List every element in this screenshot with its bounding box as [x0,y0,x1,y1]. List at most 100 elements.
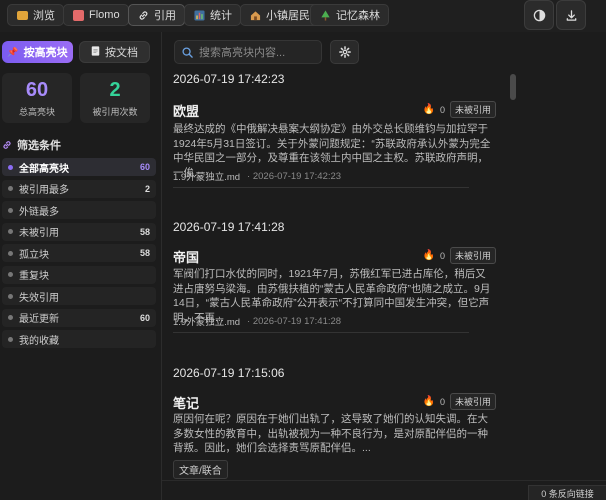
tab-references[interactable]: 引用 [128,4,185,26]
bullet-icon [8,186,13,191]
tab-label: 引用 [154,10,176,22]
bullet-icon [8,336,13,342]
fire-icon: 🔥 [422,396,435,407]
filter-broken-references[interactable]: 失效引用 [2,287,156,305]
entry-divider [173,332,469,333]
filter-label: 外链最多 [19,206,59,218]
filter-label: 未被引用 [19,228,59,239]
entry-timestamp: 2026-07-19 17:41:28 [173,220,285,234]
pin-icon: 📌 [7,46,19,57]
link-icon [137,9,149,21]
search-input[interactable]: 搜索高亮块内容... [174,40,322,64]
document-icon [91,45,100,59]
document-icon [72,9,84,21]
bullet-icon [8,229,13,234]
referenced-count-label: 被引用次数 [92,106,138,117]
tab-label: 小镇居民 [266,10,310,22]
entry-divider [173,187,469,188]
total-blocks-label: 总高亮块 [18,106,55,117]
tab-memory-forest[interactable]: 记忆森林 [310,4,389,26]
entry-tag[interactable]: 文章/联合 [173,460,228,479]
bullet-icon [8,250,13,256]
filter-count: 60 [139,162,150,172]
filter-count: 58 [139,248,150,258]
entry-title: 帝国 [173,250,200,265]
filter-sidebar: 📌 按高亮块 按文档 60 总高亮块 2 被引用次数 筛选条件 全部高亮块 60 … [0,32,161,500]
referenced-count-card: 2 被引用次数 [80,73,150,123]
ref-count: 0 [439,396,445,407]
tab-browse[interactable]: 浏览 [7,4,64,26]
tree-icon [319,9,331,21]
entry-date: · 2026-07-19 17:42:23 [247,170,342,182]
entry-badges: 🔥 0 未被引用 [423,247,496,264]
entry-meta: 1.9外蒙独立.md · 2026-07-19 17:41:28 [173,314,341,329]
filter-label: 重复块 [19,271,49,282]
filter-label: 最近更新 [19,314,59,325]
entry-title: 欧盟 [173,104,200,119]
by-document-label: 按文档 [105,47,138,59]
filter-recently-updated[interactable]: 最近更新 60 [2,308,156,327]
filter-count: 2 [144,183,150,194]
filter-orphan-blocks[interactable]: 孤立块 58 [2,244,156,262]
total-blocks-value: 60 [25,78,49,101]
source-file-link[interactable]: 1.9外蒙独立.md [173,169,240,183]
house-icon [249,9,261,21]
total-blocks-card: 60 总高亮块 [2,73,72,123]
by-document-button[interactable]: 按文档 [79,41,150,63]
by-block-button[interactable]: 📌 按高亮块 [2,41,73,63]
fire-icon: 🔥 [422,104,435,115]
tab-town-residents[interactable]: 小镇居民 [240,4,319,26]
entry-timestamp: 2026-07-19 17:15:06 [173,366,285,380]
filter-duplicate-blocks[interactable]: 重复块 [2,265,156,284]
entry-title: 笔记 [173,396,200,411]
contrast-icon [533,9,545,21]
tab-label: 统计 [210,10,232,22]
filter-label: 孤立块 [19,249,49,261]
tab-label: 浏览 [33,10,55,22]
search-placeholder: 搜索高亮块内容... [199,47,286,59]
tab-statistics[interactable]: 统计 [184,4,241,26]
settings-button[interactable] [330,40,359,64]
top-tab-bar: 浏览 Flomo 引用 统计 小镇居民 记忆森林 [0,0,606,32]
status-badge: 未被引用 [449,101,496,118]
filter-most-referenced[interactable]: 被引用最多 2 [2,179,156,198]
backlinks-status: 0 条反向链接 [528,485,606,500]
bullet-icon [8,315,13,320]
filter-label: 我的收藏 [19,335,59,347]
filter-title-text: 筛选条件 [17,140,61,152]
referenced-count-value: 2 [109,78,121,101]
filter-label: 失效引用 [19,292,59,304]
ref-count: 0 [439,250,445,261]
filter-count: 60 [139,312,150,323]
ref-count: 0 [439,104,445,115]
filter-my-favorites[interactable]: 我的收藏 [2,330,156,348]
filter-label: 全部高亮块 [19,163,69,175]
gear-icon [338,46,351,58]
scrollbar-thumb[interactable] [510,74,516,100]
entry-body: 原因何在呢？原因在于她们出轨了，这导致了她们的认知失调。在大多数女性的教育中，出… [173,413,488,454]
by-block-label: 按高亮块 [23,47,68,59]
download-button[interactable] [556,0,586,30]
filter-list: 全部高亮块 60 被引用最多 2 外链最多 未被引用 58 孤立块 58 重复块 失效引… [2,158,156,352]
source-file-link[interactable]: 1.9外蒙独立.md [173,314,240,328]
theme-toggle-button[interactable] [524,0,554,30]
bullet-icon [8,293,13,299]
tab-label: Flomo [89,9,120,21]
filter-label: 被引用最多 [19,185,69,196]
fire-icon: 🔥 [422,250,435,261]
search-icon [182,46,193,58]
tab-flomo[interactable]: Flomo [63,4,129,26]
entry-meta: 1.9外蒙独立.md · 2026-07-19 17:42:23 [173,169,342,184]
status-badge: 未被引用 [449,247,496,264]
filter-all-blocks[interactable]: 全部高亮块 60 [2,158,156,176]
bullet-icon [8,164,13,170]
link-icon [3,141,11,149]
folder-icon [16,9,28,21]
filter-unreferenced[interactable]: 未被引用 58 [2,222,156,241]
bullet-icon [8,207,13,213]
bullet-icon [8,272,13,277]
bar-chart-icon [193,9,205,21]
panel-divider [161,32,162,500]
filter-most-external-links[interactable]: 外链最多 [2,201,156,219]
entry-timestamp: 2026-07-19 17:42:23 [173,72,285,86]
